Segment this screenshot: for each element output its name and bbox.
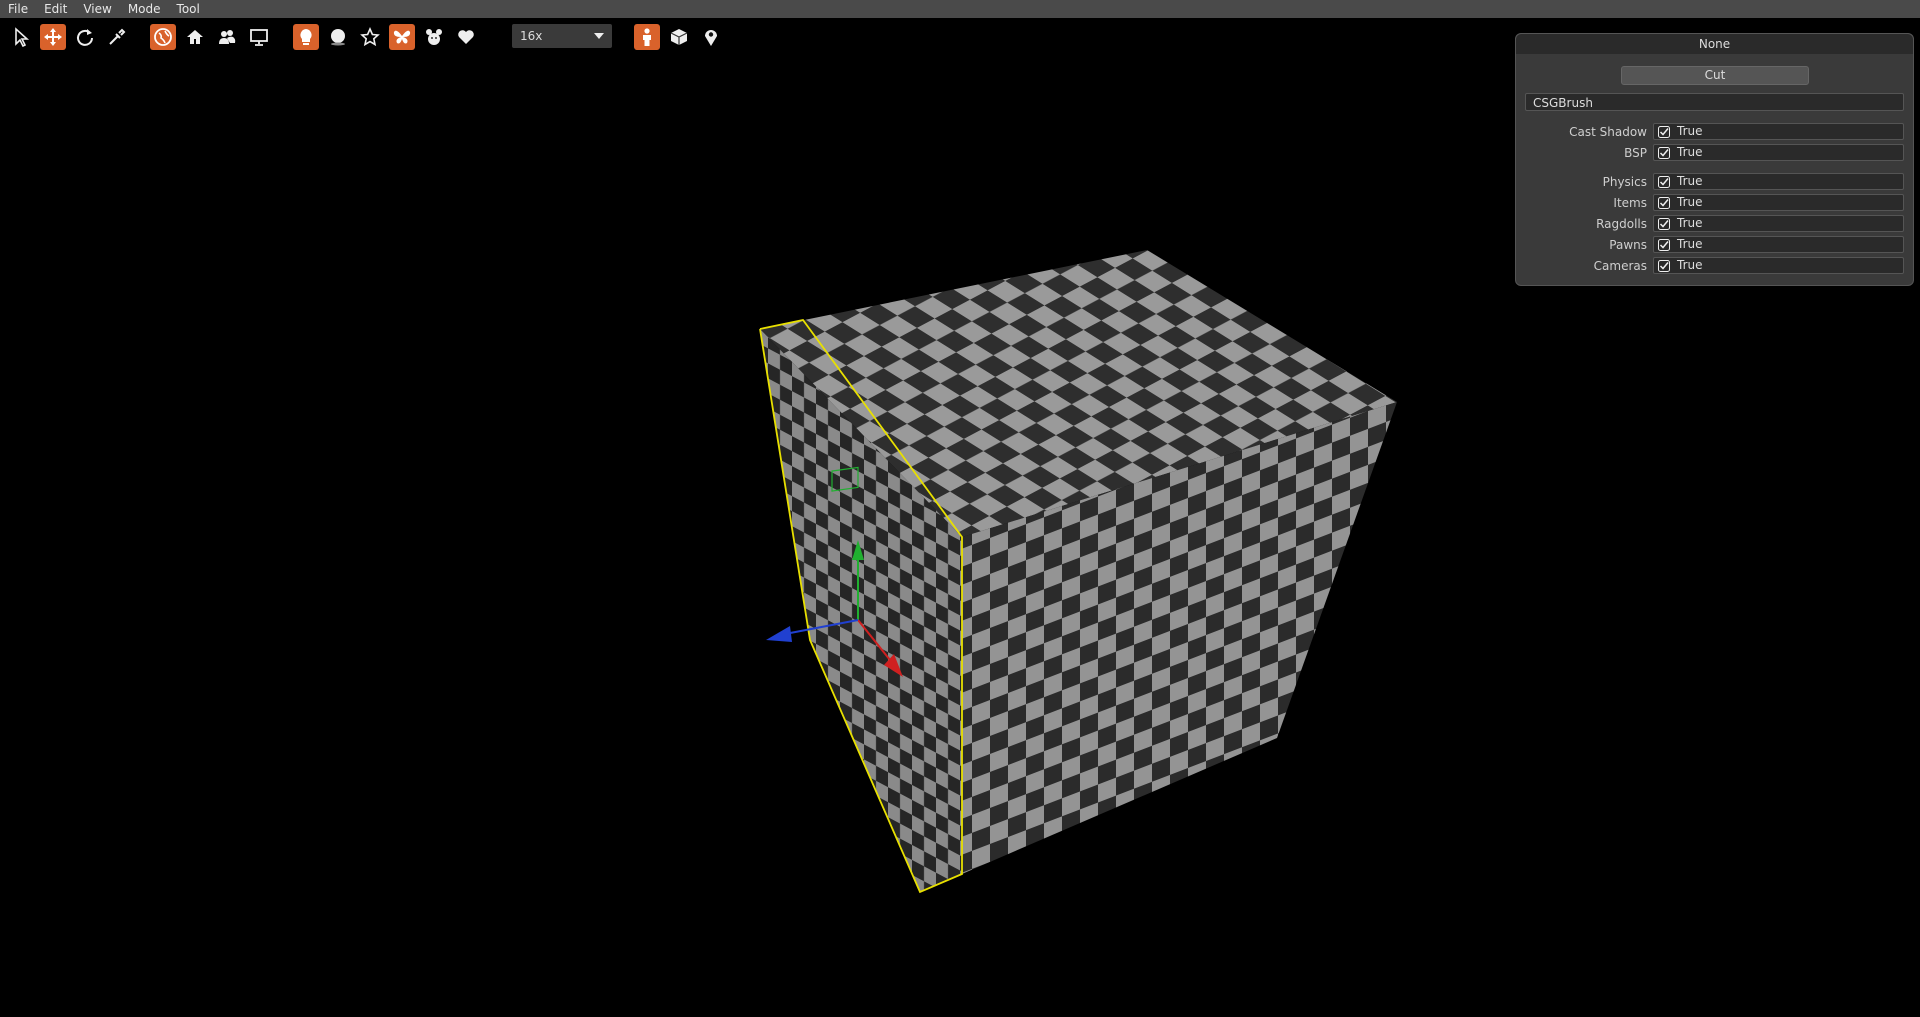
creatures-toggle-button[interactable] [421, 24, 447, 50]
checkbox-checked-icon [1658, 218, 1670, 230]
property-row-ragdolls: Ragdolls True [1516, 215, 1915, 233]
items-checkbox[interactable]: True [1653, 194, 1904, 211]
sphere-toggle-button[interactable] [325, 24, 351, 50]
eyedropper-icon [109, 28, 126, 45]
ragdolls-checkbox[interactable]: True [1653, 215, 1904, 232]
checkbox-checked-icon [1658, 176, 1670, 188]
house-icon [187, 30, 203, 44]
menu-edit[interactable]: Edit [36, 0, 75, 18]
star-icon [360, 27, 380, 47]
heart-icon [458, 30, 474, 44]
map-pin-icon [705, 30, 717, 46]
person-icon [643, 28, 651, 46]
property-value: True [1677, 258, 1703, 272]
people-icon [219, 30, 236, 44]
checkbox-checked-icon [1658, 197, 1670, 209]
creatures-icon [426, 29, 442, 45]
property-row-physics: Physics True [1516, 173, 1915, 191]
menu-view[interactable]: View [75, 0, 119, 18]
property-value: True [1677, 124, 1703, 138]
sphere-icon [331, 29, 345, 46]
class-name-field[interactable]: CSGBrush [1525, 93, 1904, 111]
property-value: True [1677, 195, 1703, 209]
grid-zoom-value: 16x [520, 29, 543, 43]
property-value: True [1677, 216, 1703, 230]
property-label: Pawns [1609, 238, 1647, 252]
property-label: Cast Shadow [1569, 125, 1647, 139]
menu-file[interactable]: File [0, 0, 36, 18]
globe-icon [154, 28, 172, 46]
people-mode-button[interactable] [214, 24, 240, 50]
property-value: True [1677, 237, 1703, 251]
cut-button[interactable]: Cut [1621, 66, 1809, 85]
menu-tool[interactable]: Tool [169, 0, 208, 18]
menu-bar: File Edit View Mode Tool [0, 0, 1920, 18]
property-label: Items [1613, 196, 1647, 210]
cameras-checkbox[interactable]: True [1653, 257, 1904, 274]
monitor-mode-button[interactable] [246, 24, 272, 50]
property-label: Cameras [1593, 259, 1647, 273]
butterfly-toggle-button[interactable] [389, 24, 415, 50]
property-row-bsp: BSP True [1516, 144, 1915, 162]
select-tool-button[interactable] [9, 24, 35, 50]
properties-panel: None Cut CSGBrush Cast Shadow True BSP T… [1515, 33, 1914, 286]
select-arrow-icon [15, 27, 30, 47]
move-icon [44, 28, 62, 46]
eyedropper-tool-button[interactable] [104, 24, 130, 50]
property-row-cast-shadow: Cast Shadow True [1516, 123, 1915, 141]
menu-mode[interactable]: Mode [120, 0, 169, 18]
cube-icon [670, 29, 688, 45]
property-row-pawns: Pawns True [1516, 236, 1915, 254]
property-row-items: Items True [1516, 194, 1915, 212]
bsp-checkbox[interactable]: True [1653, 144, 1904, 161]
grid-zoom-dropdown[interactable]: 16x [512, 24, 612, 48]
gizmo-z-arrow[interactable] [766, 626, 792, 642]
rotate-tool-button[interactable] [72, 24, 98, 50]
property-label: Physics [1602, 175, 1647, 189]
world-mode-button[interactable] [150, 24, 176, 50]
person-view-button[interactable] [634, 24, 660, 50]
rotate-icon [77, 29, 93, 46]
checkbox-checked-icon [1658, 239, 1670, 251]
property-value: True [1677, 174, 1703, 188]
pawns-checkbox[interactable]: True [1653, 236, 1904, 253]
star-toggle-button[interactable] [357, 24, 383, 50]
home-mode-button[interactable] [182, 24, 208, 50]
lightbulb-icon [300, 29, 312, 45]
toolbar [0, 20, 1500, 52]
properties-panel-title: None [1516, 34, 1913, 54]
csg-brush-cube[interactable] [760, 250, 1397, 892]
cast-shadow-checkbox[interactable]: True [1653, 123, 1904, 140]
move-tool-button[interactable] [40, 24, 66, 50]
monitor-icon [250, 29, 268, 46]
chevron-down-icon [594, 33, 604, 39]
checkbox-checked-icon [1658, 126, 1670, 138]
butterfly-icon [393, 30, 411, 44]
property-label: BSP [1624, 146, 1647, 160]
property-value: True [1677, 145, 1703, 159]
map-pin-view-button[interactable] [698, 24, 724, 50]
heart-toggle-button[interactable] [453, 24, 479, 50]
checkbox-checked-icon [1658, 147, 1670, 159]
cube-view-button[interactable] [666, 24, 692, 50]
physics-checkbox[interactable]: True [1653, 173, 1904, 190]
property-row-cameras: Cameras True [1516, 257, 1915, 275]
property-label: Ragdolls [1596, 217, 1647, 231]
checkbox-checked-icon [1658, 260, 1670, 272]
lights-toggle-button[interactable] [293, 24, 319, 50]
